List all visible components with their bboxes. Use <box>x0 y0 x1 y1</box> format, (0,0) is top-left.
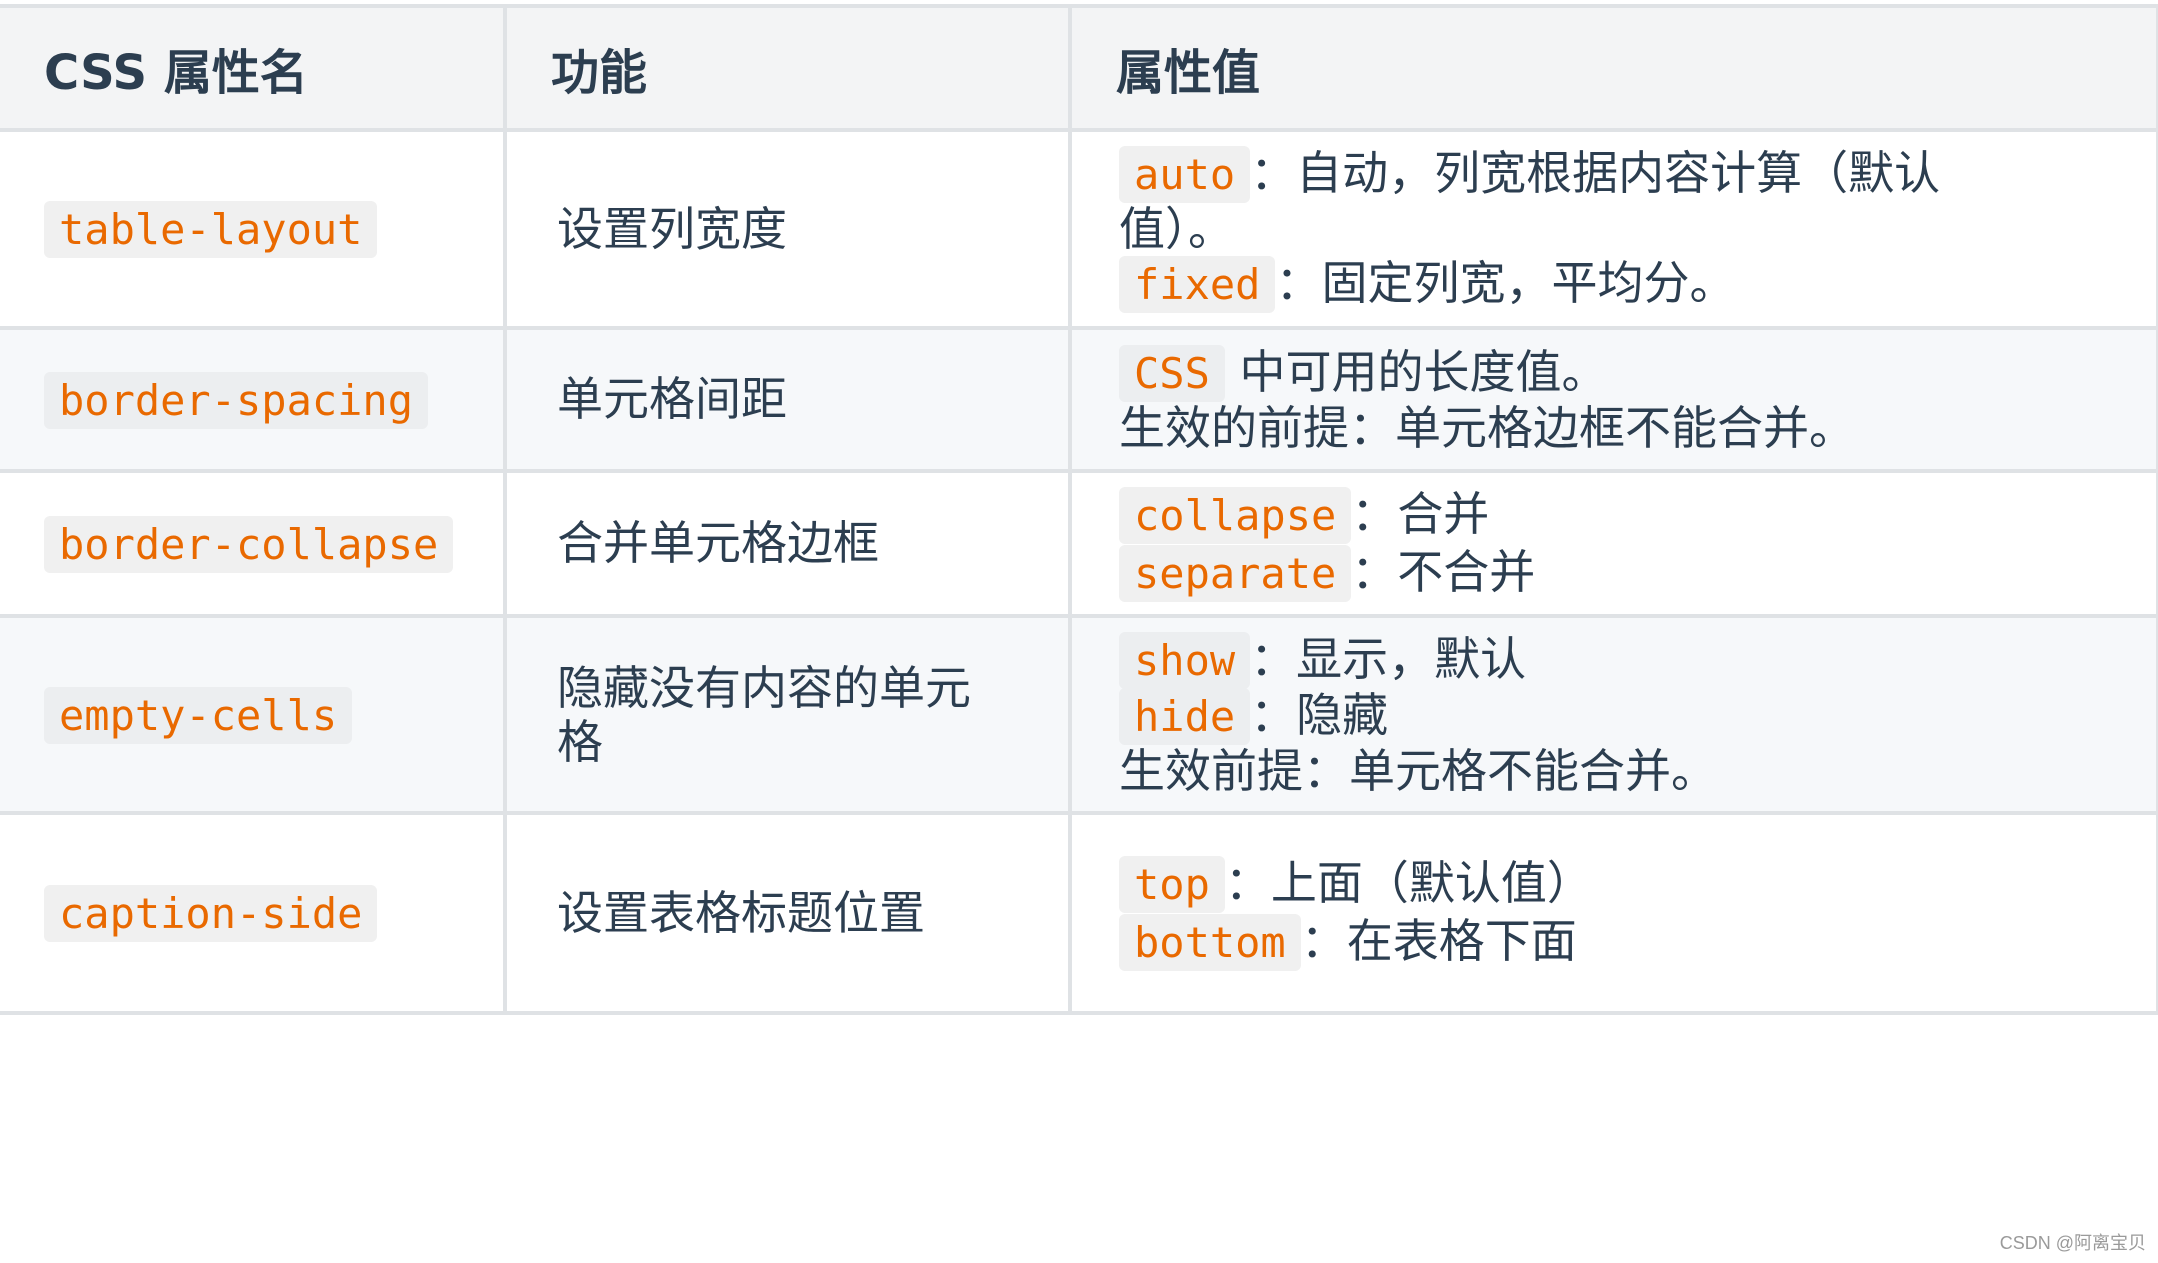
function-cell: 合并单元格边框 <box>503 469 1072 618</box>
value-text: 值）。 <box>1119 202 1234 256</box>
table-row: border-collapse 合并单元格边框 collapse ：合并 sepa… <box>0 469 2158 618</box>
value-text: ：自动，列宽根据内容计算（默认 <box>1250 146 1941 200</box>
property-name-cell: table-layout <box>0 128 507 330</box>
property-name-code: border-collapse <box>44 515 454 573</box>
value-text: ：隐藏 <box>1250 687 1389 742</box>
property-value-cell: auto ：自动，列宽根据内容计算（默认 值）。 fixed ：固定列宽，平均分。 <box>1068 128 2158 330</box>
table-row: table-layout 设置列宽度 auto ：自动，列宽根据内容计算（默认 值… <box>0 128 2158 330</box>
value-code: CSS <box>1119 344 1225 402</box>
header-function: 功能 <box>503 4 1072 132</box>
value-code: show <box>1119 631 1251 689</box>
value-line: top ：上面（默认值） <box>1119 855 2156 913</box>
property-value-cell: show ：显示，默认 hide ：隐藏 生效前提：单元格不能合并。 <box>1068 614 2158 815</box>
value-line: separate ：不合并 <box>1119 544 2156 602</box>
value-text: ：固定列宽，平均分。 <box>1275 256 1736 310</box>
property-name-cell: border-collapse <box>0 469 507 618</box>
value-text: ：在表格下面 <box>1300 914 1577 968</box>
property-name-code: caption-side <box>44 885 378 942</box>
header-property-value: 属性值 <box>1068 4 2158 132</box>
table-row: border-spacing 单元格间距 CSS 中可用的长度值。 生效的前提：… <box>0 326 2158 473</box>
value-line: 生效前提：单元格不能合并。 <box>1119 744 2156 798</box>
value-text: 中可用的长度值。 <box>1224 344 1608 399</box>
value-code: fixed <box>1119 256 1276 313</box>
value-line: collapse ：合并 <box>1119 486 2156 544</box>
value-line: 值）。 <box>1119 202 2156 256</box>
value-text: 生效前提：单元格不能合并。 <box>1119 743 1717 798</box>
css-properties-table: CSS 属性名 功能 属性值 table-layout 设置列宽度 auto ：自… <box>0 4 2158 1015</box>
value-line: auto ：自动，列宽根据内容计算（默认 <box>1119 146 2156 203</box>
function-line: 格 <box>557 714 603 769</box>
property-name-cell: border-spacing <box>0 326 507 473</box>
value-text: ：合并 <box>1351 486 1490 541</box>
value-text: ：上面（默认值） <box>1224 856 1593 910</box>
table-row: empty-cells 隐藏没有内容的单元 格 show ：显示，默认 hide：… <box>0 614 2158 815</box>
header-property-name: CSS 属性名 <box>0 4 507 132</box>
function-cell: 设置表格标题位置 <box>503 811 1072 1015</box>
property-name-code: border-spacing <box>44 371 429 429</box>
property-name-code: table-layout <box>44 201 378 258</box>
property-value-cell: top ：上面（默认值） bottom ：在表格下面 <box>1068 811 2158 1015</box>
function-cell: 单元格间距 <box>503 326 1072 473</box>
function-line: 隐藏没有内容的单元 <box>557 660 971 715</box>
function-cell: 隐藏没有内容的单元 格 <box>503 614 1072 815</box>
value-code: top <box>1119 856 1225 913</box>
value-line: CSS 中可用的长度值。 <box>1119 344 2156 402</box>
property-value-cell: CSS 中可用的长度值。 生效的前提：单元格边框不能合并。 <box>1068 326 2158 473</box>
value-text: ：不合并 <box>1351 544 1536 599</box>
value-line: hide ：隐藏 <box>1119 687 2156 745</box>
table-row: caption-side 设置表格标题位置 top ：上面（默认值） bottom… <box>0 811 2158 1015</box>
value-code: bottom <box>1119 914 1301 971</box>
value-line: show ：显示，默认 <box>1119 631 2156 689</box>
property-value-cell: collapse ：合并 separate ：不合并 <box>1068 469 2158 618</box>
table-header-row: CSS 属性名 功能 属性值 <box>0 4 2158 132</box>
property-name-cell: caption-side <box>0 811 507 1015</box>
value-code: separate <box>1119 544 1352 602</box>
property-name-code: empty-cells <box>44 686 353 744</box>
value-text: ：显示，默认 <box>1250 631 1527 686</box>
value-line: fixed ：固定列宽，平均分。 <box>1119 256 2156 313</box>
value-code: collapse <box>1119 486 1352 544</box>
value-code: hide <box>1119 687 1251 745</box>
value-text: 生效的前提：单元格边框不能合并。 <box>1119 400 1855 455</box>
value-code: auto <box>1119 146 1251 203</box>
property-name-cell: empty-cells <box>0 614 507 815</box>
value-line: 生效的前提：单元格边框不能合并。 <box>1119 401 2156 455</box>
value-line: bottom ：在表格下面 <box>1119 913 2156 971</box>
function-cell: 设置列宽度 <box>503 128 1072 330</box>
watermark: CSDN @阿离宝贝 <box>1999 1233 2146 1253</box>
